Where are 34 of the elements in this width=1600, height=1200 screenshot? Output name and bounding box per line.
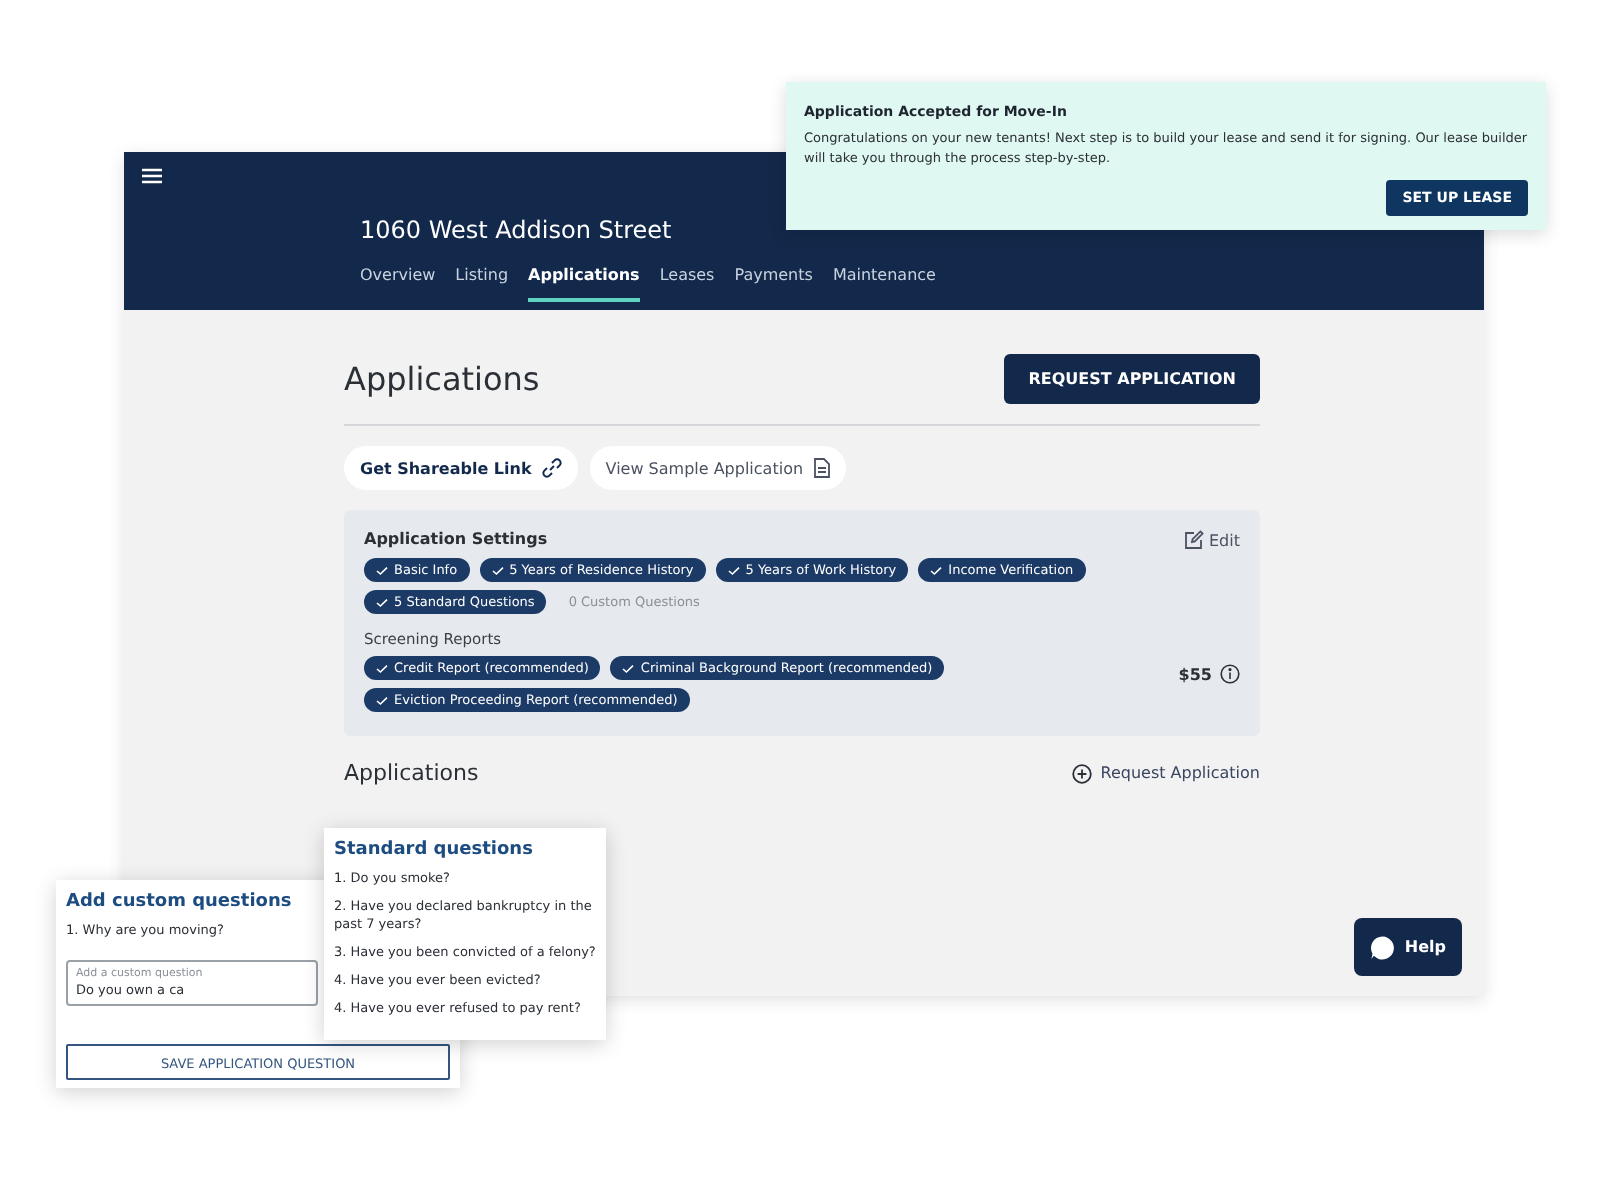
check-icon (930, 565, 943, 575)
request-application-link[interactable]: Request Application (1072, 763, 1260, 783)
check-icon (376, 597, 388, 607)
nav-tab[interactable]: Applications (528, 266, 640, 302)
card-title: Add custom questions (66, 892, 292, 912)
nav-tab[interactable]: Maintenance (832, 266, 936, 302)
price-text: $55 (1178, 665, 1212, 683)
plus-circle-icon (1072, 763, 1093, 783)
property-title: 1060 West Addison Street (360, 216, 674, 244)
info-icon[interactable] (1220, 664, 1240, 684)
edit-icon (1183, 530, 1203, 550)
shareable-link-button[interactable]: Get Shareable Link (344, 446, 578, 490)
chat-bubble-icon (1370, 933, 1395, 961)
document-icon (813, 458, 830, 478)
check-icon (376, 565, 388, 575)
request-application-button[interactable]: REQUEST APPLICATION (1004, 354, 1260, 404)
check-icon (376, 695, 388, 705)
nav-tab[interactable]: Leases (659, 266, 715, 302)
check-icon (622, 663, 635, 673)
settings-title: Application Settings (364, 530, 550, 548)
page-title: Applications (344, 360, 540, 398)
card-title: Standard questions (334, 840, 533, 860)
link-icon (541, 458, 562, 478)
section-title: Applications (344, 760, 479, 786)
nav-tab[interactable]: Payments (734, 266, 813, 302)
check-icon (727, 565, 740, 575)
check-icon (376, 663, 388, 673)
help-button[interactable]: Help (1354, 918, 1462, 976)
menu-icon[interactable] (142, 168, 162, 184)
nav-tab[interactable]: Listing (455, 266, 509, 302)
check-icon (491, 565, 504, 575)
edit-button[interactable]: Edit (1183, 530, 1240, 550)
sample-application-button[interactable]: View Sample Application (589, 446, 846, 490)
nav-tab[interactable]: Overview (360, 266, 436, 302)
